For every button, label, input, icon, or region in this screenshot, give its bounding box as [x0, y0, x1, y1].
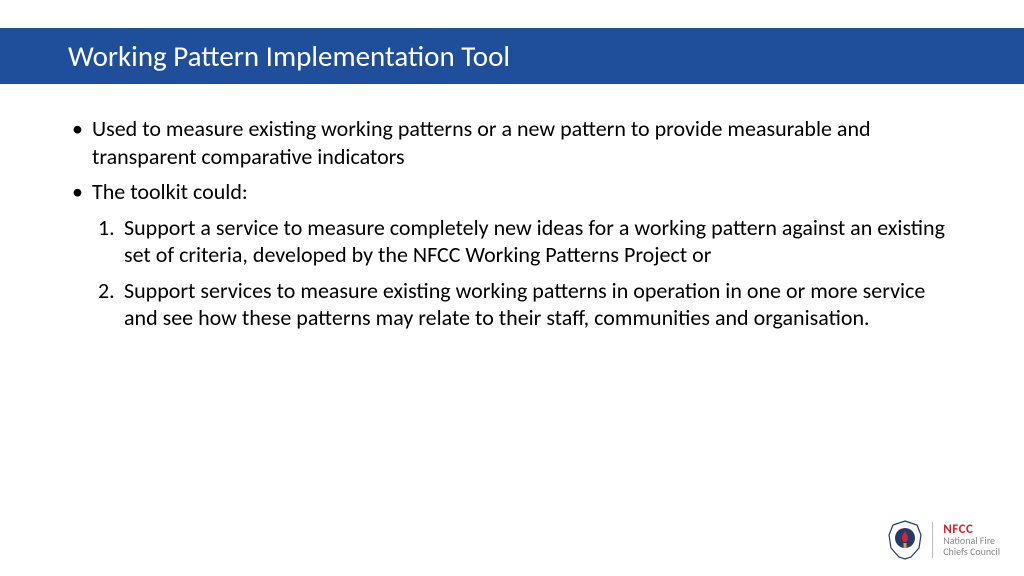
numbered-list: Support a service to measure completely … — [70, 214, 954, 332]
logo-line2: Chiefs Council — [943, 547, 1000, 558]
title-bar: Working Pattern Implementation Tool — [0, 28, 1024, 84]
logo-divider — [932, 522, 933, 558]
logo-text: NFCC National Fire Chiefs Council — [943, 523, 1000, 558]
slide-content: Used to measure existing working pattern… — [70, 115, 954, 340]
slide: Working Pattern Implementation Tool Used… — [0, 0, 1024, 576]
numbered-item: Support a service to measure completely … — [70, 214, 954, 269]
bullet-item: Used to measure existing working pattern… — [70, 115, 954, 170]
bullet-list: Used to measure existing working pattern… — [70, 115, 954, 206]
bullet-item: The toolkit could: — [70, 178, 954, 206]
numbered-item: Support services to measure existing wor… — [70, 277, 954, 332]
footer-logo: NFCC National Fire Chiefs Council — [888, 520, 1000, 560]
nfcc-badge-icon — [888, 520, 922, 560]
slide-title: Working Pattern Implementation Tool — [68, 38, 510, 74]
